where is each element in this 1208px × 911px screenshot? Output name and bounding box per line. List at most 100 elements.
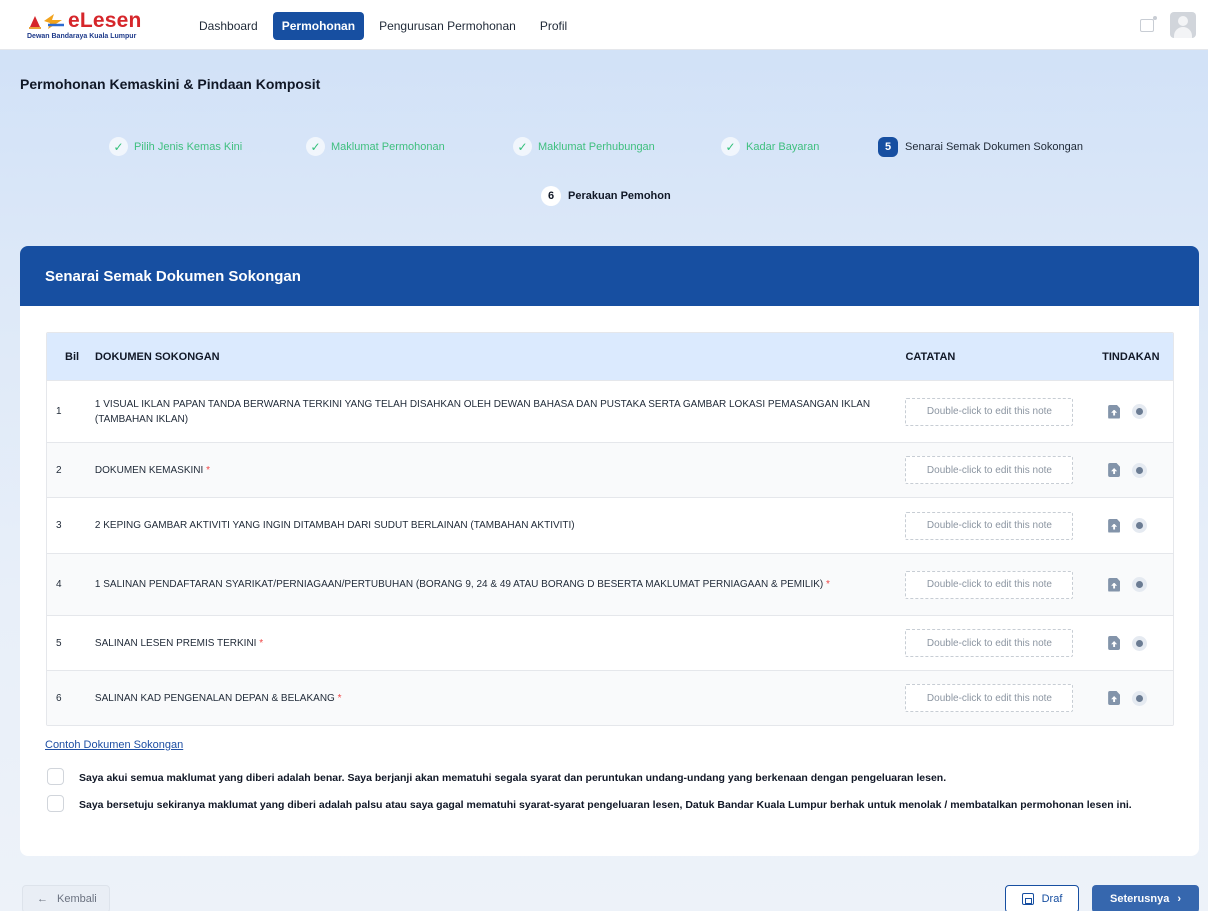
step-3[interactable]: ✓ Maklumat Perhubungan: [513, 137, 655, 156]
next-label: Seterusnya: [1110, 893, 1170, 905]
step-number: 5: [878, 137, 898, 157]
required-marker: *: [206, 464, 210, 476]
check-icon: ✓: [109, 137, 128, 156]
notification-icon[interactable]: [1140, 15, 1157, 32]
view-icon[interactable]: [1132, 404, 1148, 419]
view-icon[interactable]: [1132, 577, 1148, 592]
header-bil: Bil: [65, 350, 80, 363]
step-label: Pilih Jenis Kemas Kini: [134, 140, 243, 153]
page-title: Permohonan Kemaskini & Pindaan Komposit: [20, 76, 321, 92]
row-note-cell: Double-click to edit this note: [905, 511, 1087, 540]
row-doc: SALINAN KAD PENGENALAN DEPAN & BELAKANG …: [95, 691, 906, 706]
row-actions: [1087, 404, 1173, 420]
header-note: CATATAN: [905, 350, 956, 363]
brand-name: eLesen: [68, 9, 142, 32]
nav-permohonan[interactable]: Permohonan: [272, 12, 365, 40]
step-5[interactable]: 5 Senarai Semak Dokumen Sokongan: [878, 137, 1083, 157]
top-right-actions: [1140, 12, 1196, 38]
table-row: 3 2 KEPING GAMBAR AKTIVITI YANG INGIN DI…: [47, 497, 1173, 553]
header-doc: DOKUMEN SOKONGAN: [94, 350, 220, 363]
elesen-logo[interactable]: eLesen Dewan Bandaraya Kuala Lumpur: [26, 9, 171, 43]
doc-text: 1 VISUAL IKLAN PAPAN TANDA BERWARNA TERK…: [94, 398, 871, 425]
table-row: 6 SALINAN KAD PENGENALAN DEPAN & BELAKAN…: [47, 670, 1173, 725]
table-row: 2 DOKUMEN KEMASKINI * Double-click to ed…: [47, 442, 1173, 497]
upload-icon[interactable]: [1106, 690, 1122, 706]
nav-dashboard[interactable]: Dashboard: [190, 12, 267, 40]
row-bil: 4: [56, 579, 62, 590]
check-icon: ✓: [721, 137, 740, 156]
step-1[interactable]: ✓ Pilih Jenis Kemas Kini: [109, 137, 242, 156]
declaration-1-checkbox[interactable]: [47, 768, 64, 785]
step-label: Senarai Semak Dokumen Sokongan: [905, 141, 1083, 153]
doc-text: 1 SALINAN PENDAFTARAN SYARIKAT/PERNIAGAA…: [94, 579, 824, 590]
nav-profil[interactable]: Profil: [531, 12, 576, 40]
step-label: Maklumat Permohonan: [331, 140, 445, 153]
declaration-2-checkbox[interactable]: [47, 795, 64, 812]
note-field[interactable]: Double-click to edit this note: [905, 684, 1074, 712]
upload-icon[interactable]: [1106, 462, 1122, 478]
row-bil: 6: [56, 692, 62, 704]
declaration-2-text: Saya bersetuju sekiranya maklumat yang d…: [79, 799, 1132, 811]
main-nav: Dashboard Permohonan Pengurusan Permohon…: [190, 12, 582, 40]
row-note-cell: Double-click to edit this note: [905, 397, 1087, 426]
row-bil: 2: [56, 464, 62, 476]
row-note-cell: Double-click to edit this note: [905, 629, 1087, 657]
row-actions: [1087, 577, 1173, 593]
declaration-1: Saya akui semua maklumat yang diberi ada…: [47, 768, 1149, 786]
doc-text: DOKUMEN KEMASKINI: [94, 464, 204, 476]
row-actions: [1087, 635, 1173, 651]
check-icon: ✓: [306, 137, 325, 156]
note-field[interactable]: Double-click to edit this note: [905, 397, 1074, 426]
top-navbar: eLesen Dewan Bandaraya Kuala Lumpur Dash…: [0, 0, 1208, 50]
row-note-cell: Double-click to edit this note: [905, 684, 1087, 712]
row-doc: 1 SALINAN PENDAFTARAN SYARIKAT/PERNIAGAA…: [95, 577, 906, 592]
upload-icon[interactable]: [1106, 404, 1122, 420]
required-marker: *: [259, 637, 264, 649]
documents-card: Senarai Semak Dokumen Sokongan Bil DOKUM…: [20, 246, 1199, 856]
step-4[interactable]: ✓ Kadar Bayaran: [721, 137, 819, 156]
row-actions: [1087, 690, 1173, 706]
sample-documents-link[interactable]: Contoh Dokumen Sokongan: [45, 739, 183, 751]
nav-pengurusan-permohonan[interactable]: Pengurusan Permohonan: [370, 12, 525, 40]
step-2[interactable]: ✓ Maklumat Permohonan: [306, 137, 445, 156]
row-doc: 1 VISUAL IKLAN PAPAN TANDA BERWARNA TERK…: [95, 397, 906, 427]
row-doc: DOKUMEN KEMASKINI *: [95, 463, 906, 478]
row-bil: 5: [56, 637, 62, 649]
note-field[interactable]: Double-click to edit this note: [905, 511, 1074, 540]
draft-button[interactable]: Draf: [1005, 885, 1079, 911]
view-icon[interactable]: [1132, 690, 1148, 706]
back-button[interactable]: ← Kembali: [22, 885, 110, 911]
doc-text: SALINAN LESEN PREMIS TERKINI: [94, 637, 257, 649]
step-number: 6: [541, 186, 561, 206]
table-row: 4 1 SALINAN PENDAFTARAN SYARIKAT/PERNIAG…: [47, 553, 1173, 615]
header-action: TINDAKAN: [1102, 350, 1160, 363]
draft-label: Draf: [1041, 893, 1063, 905]
note-field[interactable]: Double-click to edit this note: [905, 629, 1074, 657]
avatar[interactable]: [1170, 12, 1196, 38]
arrow-left-icon: ←: [37, 893, 48, 905]
view-icon[interactable]: [1132, 462, 1148, 478]
doc-text: SALINAN KAD PENGENALAN DEPAN & BELAKANG: [94, 692, 335, 704]
upload-icon[interactable]: [1106, 518, 1122, 534]
save-icon: [1021, 893, 1034, 905]
table-row: 1 1 VISUAL IKLAN PAPAN TANDA BERWARNA TE…: [47, 380, 1173, 442]
upload-icon[interactable]: [1106, 577, 1122, 593]
view-icon[interactable]: [1132, 518, 1148, 533]
note-field[interactable]: Double-click to edit this note: [905, 456, 1074, 484]
step-label: Maklumat Perhubungan: [538, 140, 655, 153]
upload-icon[interactable]: [1106, 635, 1122, 651]
documents-table: Bil DOKUMEN SOKONGAN CATATAN TINDAKAN 1 …: [46, 332, 1174, 726]
row-bil: 1: [56, 406, 62, 417]
next-button[interactable]: Seterusnya ›: [1092, 885, 1199, 911]
row-actions: [1087, 462, 1173, 478]
step-label: Perakuan Pemohon: [568, 190, 671, 202]
row-doc: SALINAN LESEN PREMIS TERKINI *: [95, 636, 906, 651]
declaration-2: Saya bersetuju sekiranya maklumat yang d…: [47, 795, 1149, 813]
view-icon[interactable]: [1132, 635, 1148, 651]
note-field[interactable]: Double-click to edit this note: [905, 570, 1074, 599]
declaration-1-text: Saya akui semua maklumat yang diberi ada…: [79, 772, 947, 784]
step-6[interactable]: 6 Perakuan Pemohon: [541, 186, 671, 206]
chevron-right-icon: ›: [1177, 893, 1181, 905]
doc-text: 2 KEPING GAMBAR AKTIVITI YANG INGIN DITA…: [94, 520, 575, 531]
required-marker: *: [337, 692, 342, 704]
